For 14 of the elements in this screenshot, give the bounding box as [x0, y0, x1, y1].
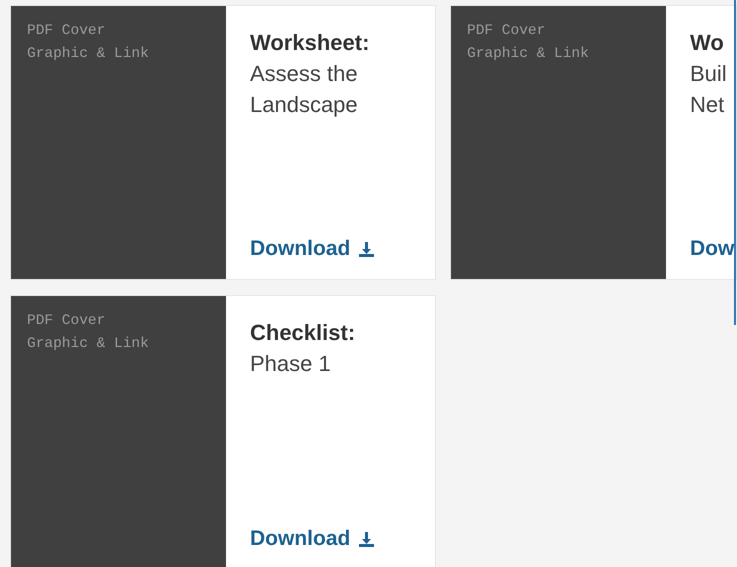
cover-placeholder[interactable]: PDF Cover Graphic & Link [11, 296, 226, 567]
card-subtitle: Buil Net [690, 60, 728, 119]
cover-placeholder[interactable]: PDF Cover Graphic & Link [451, 6, 666, 279]
download-link[interactable]: Download [250, 527, 376, 551]
card-subtitle: Assess the Landscape [250, 60, 359, 119]
card-title: Wo [690, 29, 725, 57]
cover-placeholder[interactable]: PDF Cover Graphic & Link [11, 6, 226, 279]
card-subtitle: Phase 1 [250, 350, 332, 378]
card-title: Worksheet: [250, 29, 370, 57]
download-link[interactable]: Download [250, 237, 376, 261]
card-title: Checklist: [250, 319, 356, 347]
download-link[interactable]: Dow [690, 237, 734, 261]
download-icon [358, 530, 376, 548]
download-icon [358, 240, 376, 258]
